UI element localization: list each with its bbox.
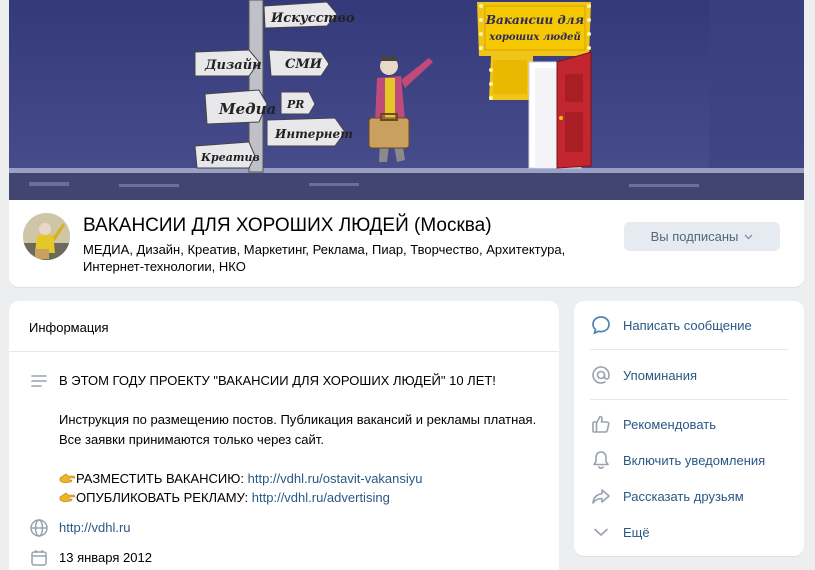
subscribed-label: Вы подписаны [650, 229, 739, 244]
sign-art: Искусство [270, 11, 355, 26]
share-label: Рассказать друзьям [623, 488, 744, 504]
divider [590, 399, 788, 400]
enable-notifications-label: Включить уведомления [623, 452, 766, 468]
chevron-down-icon [594, 528, 608, 536]
at-icon [592, 366, 610, 384]
mentions-action[interactable]: Упоминания [574, 358, 804, 392]
description-line2: Инструкция по размещению постов. Публика… [59, 412, 537, 447]
mentions-label: Упоминания [623, 367, 698, 383]
pointing-hand-icon [59, 492, 76, 503]
vacancy-label: РАЗМЕСТИТЬ ВАКАНСИЮ: [76, 470, 248, 486]
more-label: Ещё [623, 524, 650, 540]
cover-image: Искусство Дизайн СМИ Медиа PR Интернет К… [9, 0, 804, 200]
sign-internet: Интернет [274, 127, 353, 141]
group-header-card: Искусство Дизайн СМИ Медиа PR Интернет К… [9, 0, 804, 287]
divider [590, 349, 788, 350]
thumb-up-icon [592, 415, 610, 433]
description-icon [31, 375, 47, 387]
divider [9, 351, 559, 352]
bell-icon [593, 451, 609, 469]
sign-creative: Креатив [200, 151, 260, 164]
share-icon [592, 489, 610, 504]
write-message-label: Написать сообщение [623, 317, 752, 333]
advertising-label: ОПУБЛИКОВАТЬ РЕКЛАМУ: [76, 490, 252, 505]
more-action[interactable]: Ещё [574, 515, 804, 549]
sign-pr: PR [286, 98, 304, 111]
group-name: ВАКАНСИИ ДЛЯ ХОРОШИХ ЛЮДЕЙ (Москва) [83, 215, 492, 236]
door [528, 51, 592, 169]
subscribed-button[interactable]: Вы подписаны [624, 222, 780, 251]
vacancy-link[interactable]: http://vdhl.ru/ostavit-vakansiyu [248, 471, 423, 486]
chevron-down-icon [744, 234, 753, 239]
group-status: МЕДИА, Дизайн, Креатив, Маркетинг, Рекла… [83, 242, 566, 274]
group-avatar[interactable] [23, 213, 70, 260]
pointing-hand-icon [59, 473, 76, 483]
globe-icon [30, 519, 48, 537]
info-card: Информация В ЭТОМ ГОДУ ПРОЕКТУ "ВАКАНСИИ… [9, 301, 559, 570]
recommend-label: Рекомендовать [623, 416, 716, 432]
group-description: В ЭТОМ ГОДУ ПРОЕКТУ "ВАКАНСИИ ДЛЯ ХОРОШИ… [59, 371, 539, 508]
description-line1: В ЭТОМ ГОДУ ПРОЕКТУ "ВАКАНСИИ ДЛЯ ХОРОШИ… [59, 373, 496, 388]
sign-media: Медиа [218, 100, 276, 118]
info-title: Информация [29, 320, 109, 335]
billboard-line1: Вакансии для [485, 13, 584, 27]
share-action[interactable]: Рассказать друзьям [574, 479, 804, 513]
billboard-line2: хороших людей [488, 32, 581, 43]
group-profile: ВАКАНСИИ ДЛЯ ХОРОШИХ ЛЮДЕЙ (Москва) МЕДИ… [9, 200, 804, 287]
advertising-row: ОПУБЛИКОВАТЬ РЕКЛАМУ: http://vdhl.ru/adv… [59, 488, 539, 508]
write-message-action[interactable]: Написать сообщение [574, 308, 804, 342]
enable-notifications-action[interactable]: Включить уведомления [574, 443, 804, 477]
calendar-icon [31, 550, 47, 566]
sign-smi: СМИ [285, 57, 323, 72]
message-icon [592, 316, 610, 335]
sign-design: Дизайн [204, 58, 262, 73]
vacancy-row: РАЗМЕСТИТЬ ВАКАНСИЮ: http://vdhl.ru/osta… [59, 469, 539, 489]
recommend-action[interactable]: Рекомендовать [574, 407, 804, 441]
advertising-link[interactable]: http://vdhl.ru/advertising [252, 490, 390, 505]
website-link[interactable]: http://vdhl.ru [59, 518, 539, 538]
cover-illustration: Искусство Дизайн СМИ Медиа PR Интернет К… [9, 0, 804, 200]
founded-date: 13 января 2012 [59, 550, 152, 565]
actions-card: Написать сообщение Упоминания Рекомендов… [574, 301, 804, 556]
